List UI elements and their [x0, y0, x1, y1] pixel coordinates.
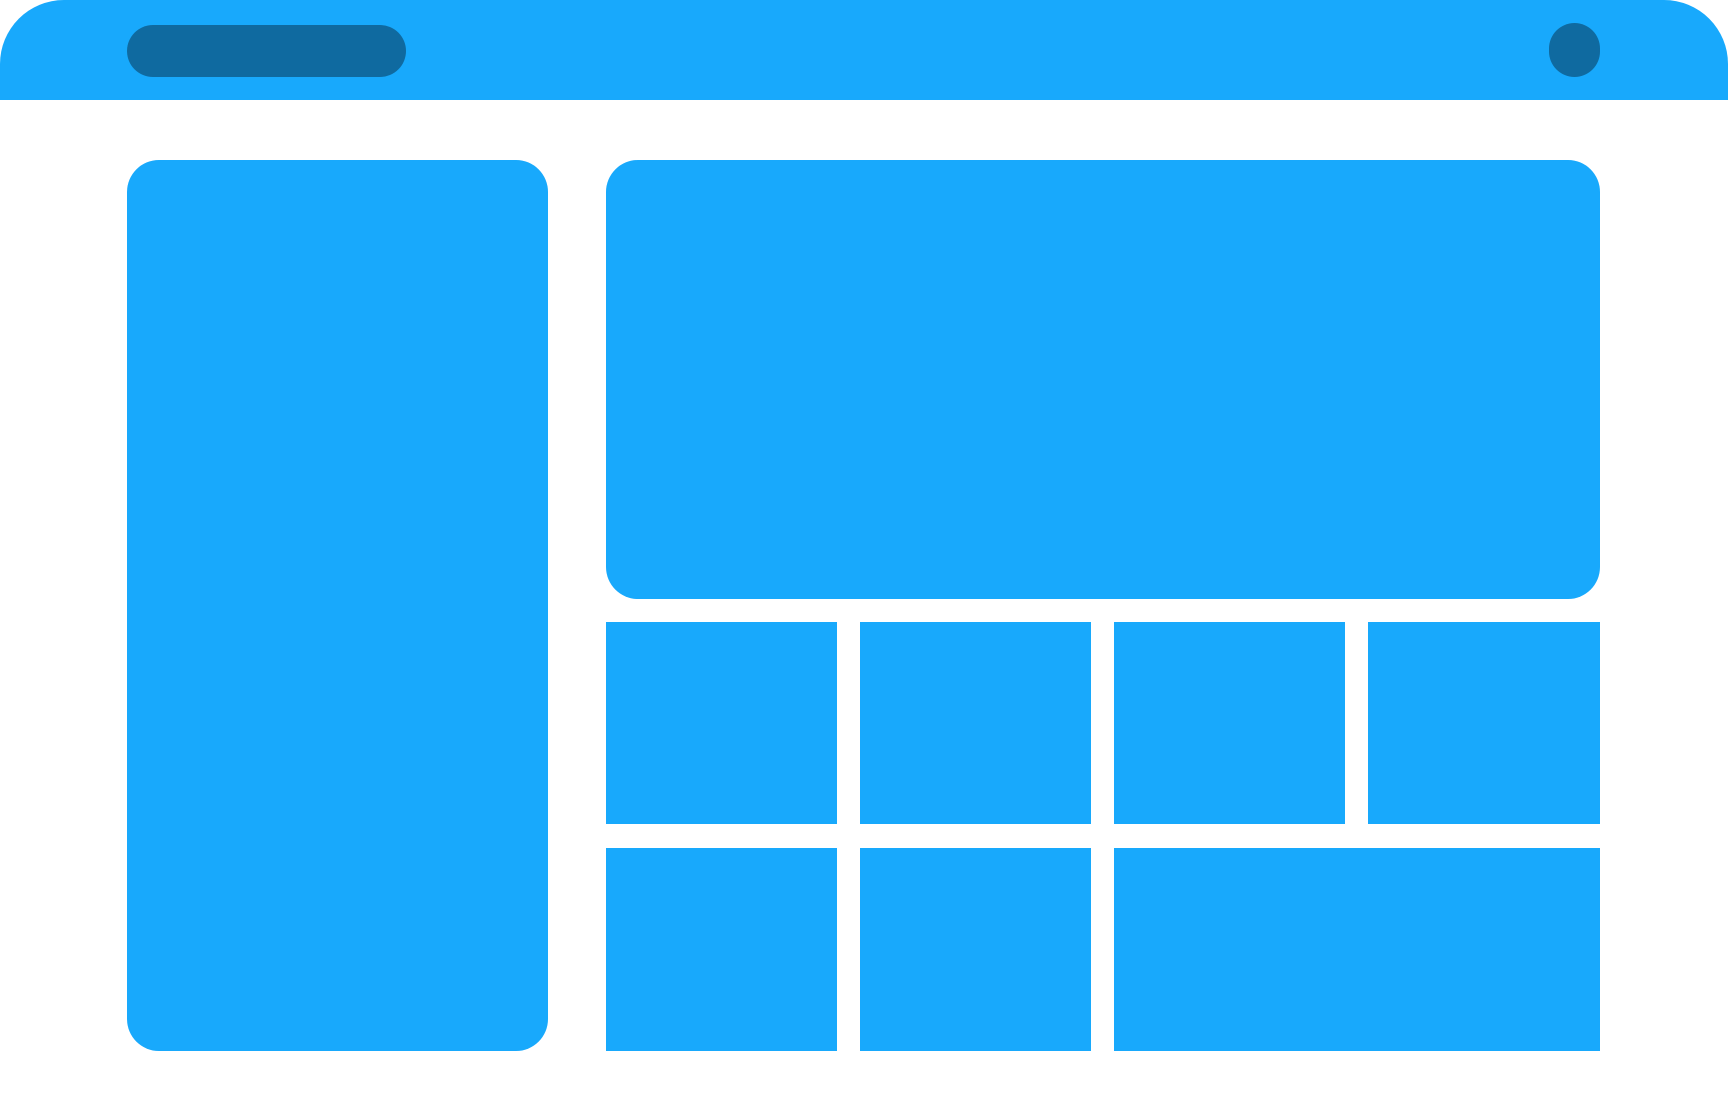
content-tile[interactable] — [860, 848, 1091, 1051]
content-tile[interactable] — [1114, 622, 1345, 824]
hero-banner[interactable] — [606, 160, 1600, 599]
content-tile[interactable] — [606, 622, 837, 824]
app-window — [0, 0, 1728, 1117]
top-navigation-bar — [0, 0, 1728, 100]
content-tile[interactable] — [1368, 622, 1600, 824]
profile-avatar-button[interactable] — [1549, 23, 1600, 77]
content-tile[interactable] — [860, 622, 1091, 824]
content-tile-wide[interactable] — [1114, 848, 1600, 1051]
content-tile[interactable] — [606, 848, 837, 1051]
search-bar[interactable] — [127, 25, 406, 77]
sidebar-panel — [127, 160, 548, 1051]
